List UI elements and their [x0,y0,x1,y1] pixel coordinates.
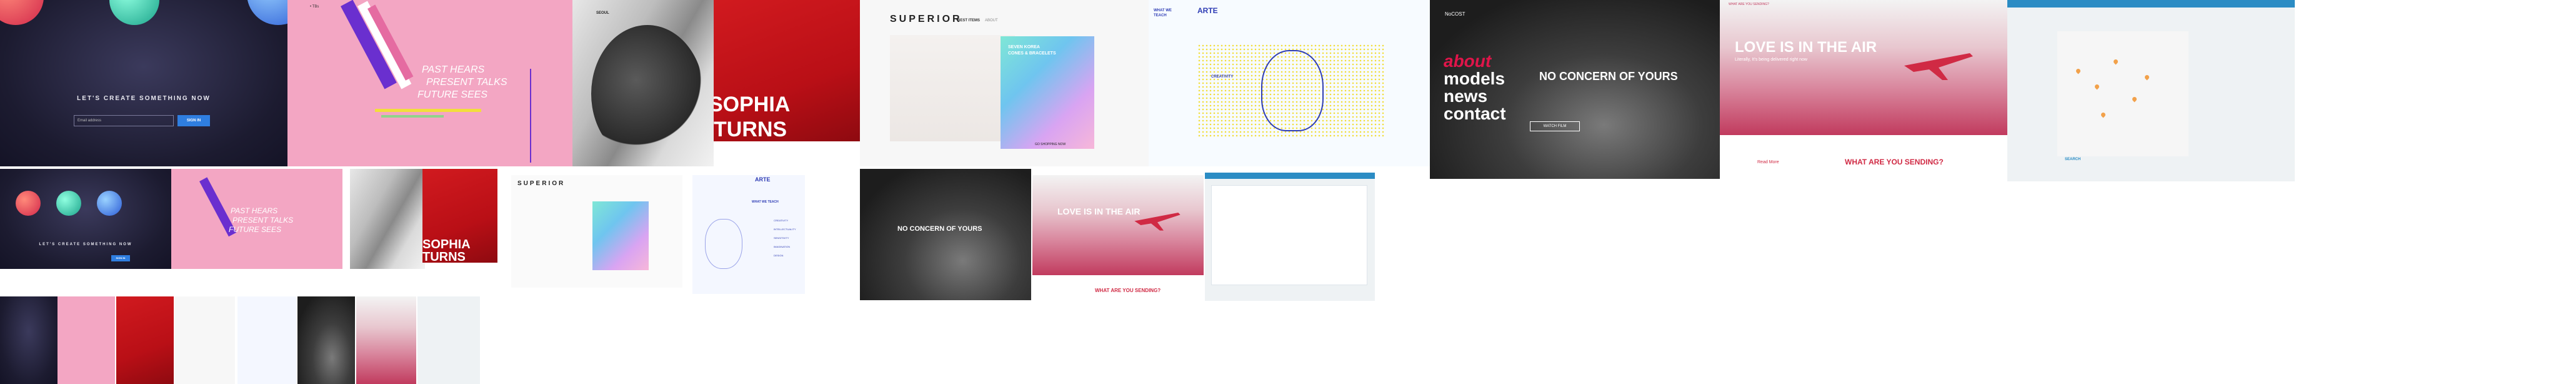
love-headline: LOVE IS IN THE AIR [1735,39,1877,56]
tab-about[interactable]: ABOUT [985,19,998,23]
past-line-1: PAST HEARS [422,64,485,75]
nocost-mid: NO CONCERN OF YOURS [860,169,1031,300]
love-sub: Literally, It's being delivered right no… [1735,58,1807,62]
yellow-stripe [375,109,481,112]
menu-teach[interactable]: TEACH [1154,14,1167,18]
subject-2[interactable]: INTELLECTUALITY [774,228,796,231]
sophia-photo-large: SEOUL [572,0,714,166]
love-below: Read More WHAT ARE YOU SENDING? [1720,135,2007,179]
past-hears-mid: PAST HEARS PRESENT TALKS FUTURE SEES [171,169,342,269]
map-small [417,296,480,384]
vertical-line-purple [530,69,531,163]
nocost-headline: NO CONCERN OF YOURS [897,225,982,233]
airplane-icon [1901,44,1976,80]
nav-brand: • TBs [310,5,319,9]
planet-teal [109,0,159,25]
map-table [1211,185,1367,285]
card-title-2: CONES & BRACELETS [1008,51,1056,56]
create-headline: LET'S CREATE SOMETHING NOW [39,243,132,246]
planet-blue [97,191,122,216]
planet-blue [247,0,287,25]
superior-logo: SUPERIOR [517,180,566,187]
sophia-red-large: SOPHIA TURNS [714,0,860,141]
email-field[interactable]: Email address [74,115,174,126]
face-line-art [705,219,742,269]
sophia-line-2: TURNS [714,118,787,141]
superior-small [175,296,235,384]
read-more-link[interactable]: Read More [1757,160,1779,164]
creativity-label: CREATIVITY [1211,75,1234,79]
arte-large: ARTE WHAT WE TEACH CREATIVITY [1149,0,1430,166]
subject-3[interactable]: SENSITIVITY [774,236,789,240]
section-title: WHAT WE TEACH [752,200,779,204]
planet-red [0,0,44,25]
sophia-small [116,296,174,384]
past-line-2: PRESENT TALKS [426,77,507,88]
planet-red [16,191,41,216]
love-mid: LOVE IS IN THE AIR [1032,175,1204,275]
superior-mid: SUPERIOR [511,175,682,288]
create-hero-large: LET'S CREATE SOMETHING NOW Email address… [0,0,287,166]
arte-mid: ARTE WHAT WE TEACH CREATIVITY INTELLECTU… [692,175,805,294]
arte-small [237,296,296,384]
map-topbar [2007,0,2295,8]
map-large: SEARCH [2007,0,2295,181]
nocost-headline: NO CONCERN OF YOURS [1539,70,1678,83]
sophia-photo-mid [350,169,425,269]
subject-5[interactable]: DESIGN [774,254,783,257]
arte-logo: ARTE [1197,6,1218,15]
map-topbar [1205,173,1375,179]
menu-contact[interactable]: contact [1444,104,1506,124]
sophia-line-2: TURNS [422,250,466,263]
create-headline: LET'S CREATE SOMETHING NOW [77,95,211,102]
past-line-3: FUTURE SEES [417,89,488,100]
sending-question: WHAT ARE YOU SENDING? [1845,158,1944,166]
map-area[interactable] [2057,31,2189,156]
map-mid [1205,173,1375,301]
sign-in-button[interactable]: SIGN IN [177,115,210,126]
green-stripe [381,115,444,118]
airplane-icon [1132,206,1182,235]
sending-question: WHAT ARE YOU SENDING? [1095,288,1161,293]
create-hero-mid: LET'S CREATE SOMETHING NOW SIGN IN [0,169,171,269]
love-mid-below: WHAT ARE YOU SENDING? [1032,275,1204,300]
brand-seoul: SEOUL [596,11,609,15]
sophia-red-mid: SOPHIA TURNS [422,169,497,263]
hand-photo [890,35,1015,141]
gradient-card: SEVEN KOREA CONES & BRACELETS [1001,36,1094,149]
nocost-small [297,296,355,384]
past-hears-large: • TBs PAST HEARS PRESENT TALKS FUTURE SE… [287,0,572,166]
nocost-brand: NoCOST [1445,11,1465,17]
screenshot-collage: LET'S CREATE SOMETHING NOW Email address… [0,0,2576,384]
nocost-large: NoCOST about models news contact NO CONC… [1430,0,1720,179]
love-small [356,296,416,384]
past-hears-small [57,296,115,384]
past-line-2: PRESENT TALKS [232,216,294,225]
subject-4[interactable]: IMAGINATION [774,245,790,248]
love-large: WHAT ARE YOU SENDING? LOVE IS IN THE AIR… [1720,0,2007,135]
planet-teal [56,191,81,216]
gradient-card [592,201,649,270]
create-hero-small [0,296,57,384]
love-brand: WHAT ARE YOU SENDING? [1729,3,1769,6]
menu-what-we[interactable]: WHAT WE [1154,9,1172,13]
love-headline: LOVE IS IN THE AIR [1057,206,1141,216]
past-line-3: FUTURE SEES [229,225,282,234]
superior-logo: SUPERIOR [890,14,962,24]
subject-1[interactable]: CREATIVITY [774,219,788,222]
go-shopping-cta[interactable]: GO SHOPPING NOW [1035,143,1066,146]
map-search-label: SEARCH [2065,158,2081,161]
arte-logo: ARTE [755,176,771,183]
sophia-line-1: SOPHIA [714,93,791,116]
watch-film-button[interactable]: WATCH FILM [1530,121,1580,131]
sign-in-button[interactable]: SIGN IN [111,255,130,261]
superior-large: SUPERIOR BEST ITEMS ABOUT SEVEN KOREA CO… [860,0,1149,166]
face-line-art [1261,50,1324,131]
card-title-1: SEVEN KOREA [1008,45,1040,49]
photo-hair [591,25,704,163]
past-line-1: PAST HEARS [231,206,278,215]
tab-best-items[interactable]: BEST ITEMS [957,19,980,23]
